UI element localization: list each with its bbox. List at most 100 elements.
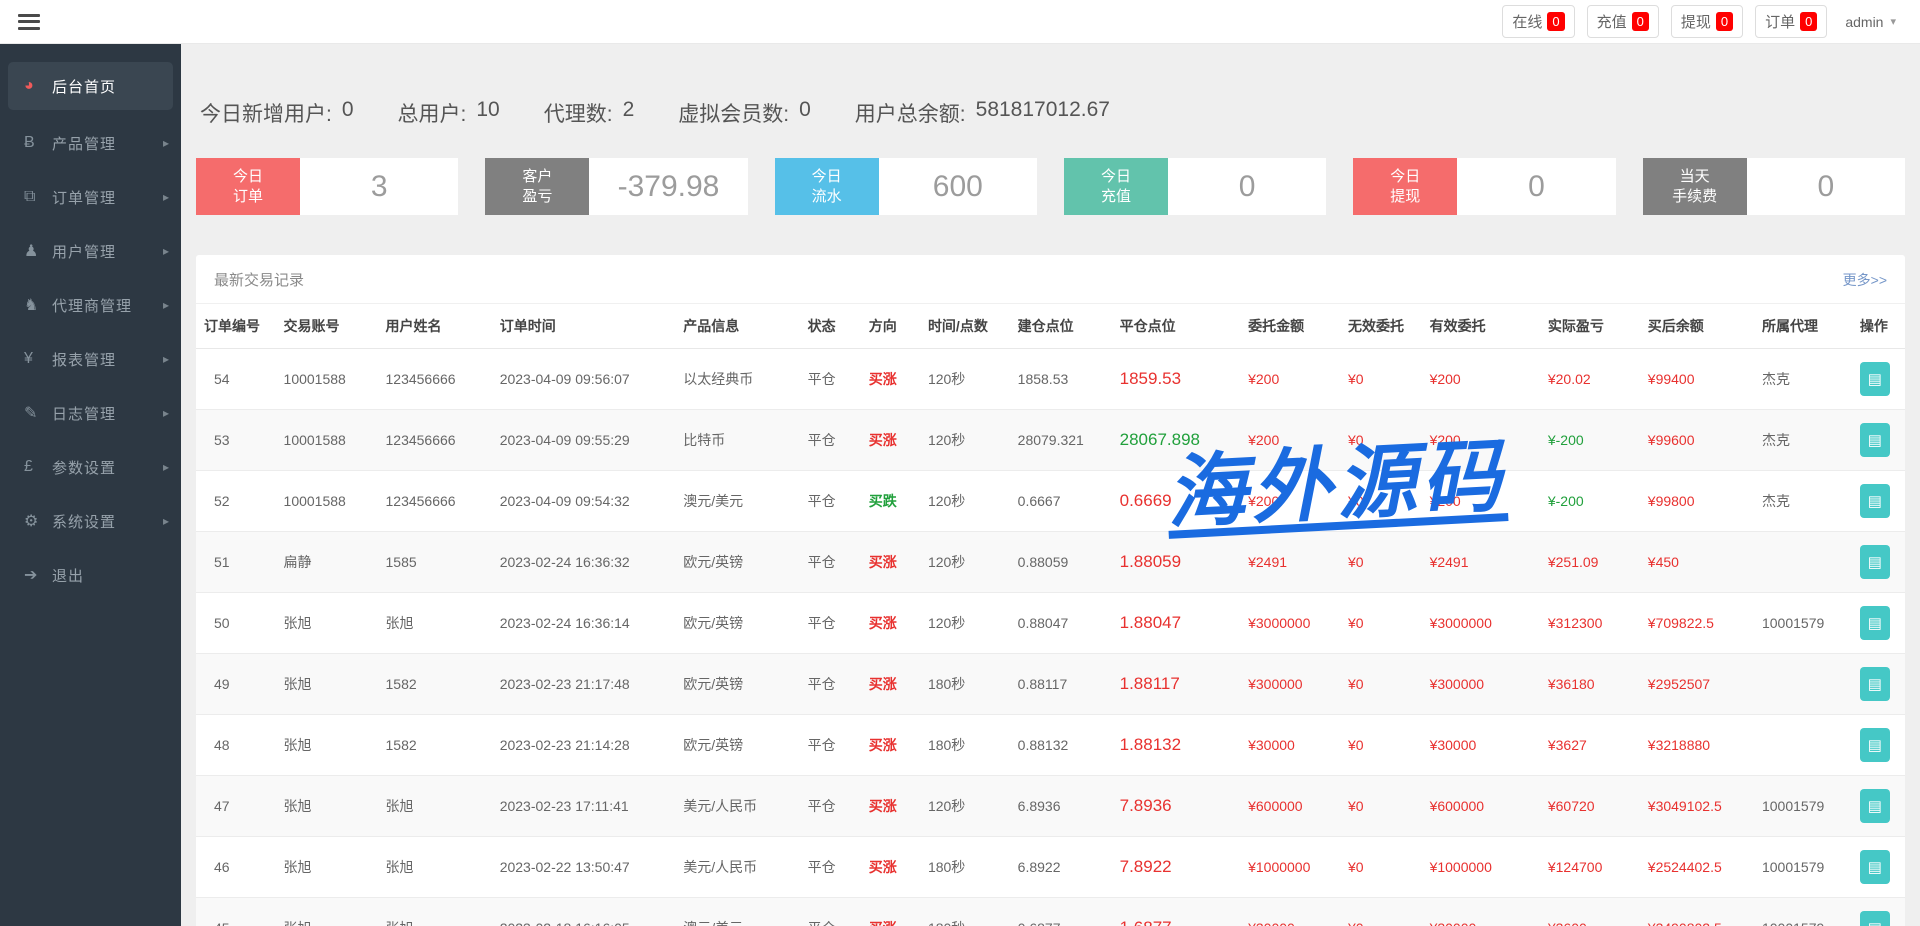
cell-order-id: 49 <box>196 654 276 715</box>
sidebar-item-label: 订单管理 <box>52 187 163 208</box>
cell-duration: 120秒 <box>920 471 1010 532</box>
arrow-right-icon: ▸ <box>163 460 169 474</box>
more-link[interactable]: 更多>> <box>1843 270 1887 290</box>
admin-menu[interactable]: admin ▾ <box>1839 9 1902 35</box>
status-pill[interactable]: 提现 0 <box>1671 5 1743 38</box>
summary-card-value: 0 <box>1747 158 1905 215</box>
row-detail-button[interactable]: ▤ <box>1860 606 1890 640</box>
overview-stat-value: 0 <box>799 98 811 128</box>
sidebar-item[interactable]: ✎ 日志管理 ▸ <box>0 386 181 440</box>
table-row: 50 张旭 张旭 2023-02-24 16:36:14 欧元/英镑 平仓 买涨… <box>196 593 1905 654</box>
status-pill[interactable]: 订单 0 <box>1755 5 1827 38</box>
cell-valid-stake: ¥200 <box>1422 410 1540 471</box>
cell-status: 平仓 <box>800 410 861 471</box>
overview-stat-value: 581817012.67 <box>976 98 1110 128</box>
cell-order-time: 2023-02-24 16:36:14 <box>492 593 676 654</box>
status-pill[interactable]: 在线 0 <box>1502 5 1574 38</box>
cell-close-price: 0.6669 <box>1112 471 1240 532</box>
table-row: 51 扁静 1585 2023-02-24 16:36:32 欧元/英镑 平仓 … <box>196 532 1905 593</box>
row-detail-button[interactable]: ▤ <box>1860 911 1890 926</box>
sidebar-item[interactable]: ♞ 代理商管理 ▸ <box>0 278 181 332</box>
table-row: 54 10001588 123456666 2023-04-09 09:56:0… <box>196 349 1905 410</box>
cell-account: 10001588 <box>276 349 378 410</box>
row-detail-button[interactable]: ▤ <box>1860 728 1890 762</box>
row-detail-button[interactable]: ▤ <box>1860 850 1890 884</box>
cell-order-id: 53 <box>196 410 276 471</box>
sidebar-item[interactable]: ¥ 报表管理 ▸ <box>0 332 181 386</box>
status-pill-label: 订单 <box>1765 11 1795 32</box>
cell-duration: 120秒 <box>920 532 1010 593</box>
cell-order-id: 48 <box>196 715 276 776</box>
cell-invalid-stake: ¥0 <box>1340 715 1422 776</box>
column-header: 订单编号 <box>196 304 276 349</box>
summary-card-value: 600 <box>879 158 1037 215</box>
cell-status: 平仓 <box>800 471 861 532</box>
table-body: 54 10001588 123456666 2023-04-09 09:56:0… <box>196 349 1905 926</box>
row-detail-button[interactable]: ▤ <box>1860 362 1890 396</box>
cell-balance: ¥99800 <box>1640 471 1754 532</box>
cell-open-price: 28079.321 <box>1010 410 1112 471</box>
cell-valid-stake: ¥30000 <box>1422 898 1540 926</box>
sidebar-item[interactable]: ◕ 后台首页 ▸ <box>8 62 173 110</box>
cell-open-price: 6.8922 <box>1010 837 1112 898</box>
status-pill[interactable]: 充值 0 <box>1587 5 1659 38</box>
cell-duration: 180秒 <box>920 654 1010 715</box>
cell-profit: ¥36180 <box>1540 654 1640 715</box>
cell-valid-stake: ¥30000 <box>1422 715 1540 776</box>
row-detail-button[interactable]: ▤ <box>1860 545 1890 579</box>
summary-card: 今日 订单 3 <box>196 158 458 215</box>
summary-card-value: 0 <box>1457 158 1615 215</box>
cell-order-time: 2023-02-23 21:17:48 <box>492 654 676 715</box>
cell-order-id: 47 <box>196 776 276 837</box>
cell-status: 平仓 <box>800 349 861 410</box>
column-header: 用户姓名 <box>378 304 492 349</box>
overview-stats: 今日新增用户: 0 总用户: 10 代理数: 2 虚拟会员数: 0 用户总余额:… <box>200 98 1905 128</box>
table-row: 49 张旭 1582 2023-02-23 21:17:48 欧元/英镑 平仓 … <box>196 654 1905 715</box>
cell-valid-stake: ¥200 <box>1422 471 1540 532</box>
cell-open-price: 6.8936 <box>1010 776 1112 837</box>
cell-balance: ¥2952507 <box>1640 654 1754 715</box>
sidebar-item[interactable]: ⧉ 订单管理 ▸ <box>0 170 181 224</box>
cell-direction: 买涨 <box>861 654 920 715</box>
row-detail-button[interactable]: ▤ <box>1860 484 1890 518</box>
cell-account: 张旭 <box>276 837 378 898</box>
panel-header: 最新交易记录 更多>> <box>196 255 1905 304</box>
cell-balance: ¥3218880 <box>1640 715 1754 776</box>
cell-amount: ¥200 <box>1240 349 1340 410</box>
row-detail-button[interactable]: ▤ <box>1860 789 1890 823</box>
cell-direction: 买涨 <box>861 532 920 593</box>
cell-account: 张旭 <box>276 593 378 654</box>
cell-username: 123456666 <box>378 471 492 532</box>
sidebar-item[interactable]: ⚙ 系统设置 ▸ <box>0 494 181 548</box>
cell-duration: 180秒 <box>920 898 1010 926</box>
admin-username: admin <box>1845 14 1883 30</box>
cell-agent: 杰克 <box>1754 410 1852 471</box>
sidebar-item[interactable]: Ƀ 产品管理 ▸ <box>0 116 181 170</box>
cell-account: 张旭 <box>276 776 378 837</box>
cell-valid-stake: ¥600000 <box>1422 776 1540 837</box>
topbar-status-pills: 在线 0 充值 0 提现 0 订单 0 <box>1502 5 1827 38</box>
cell-direction: 买涨 <box>861 898 920 926</box>
sidebar-item[interactable]: £ 参数设置 ▸ <box>0 440 181 494</box>
sidebar-item-label: 后台首页 <box>52 76 155 97</box>
hamburger-menu-icon[interactable] <box>18 14 40 30</box>
panel-title: 最新交易记录 <box>214 269 304 290</box>
status-badge: 0 <box>1716 12 1733 31</box>
cell-order-time: 2023-02-23 21:14:28 <box>492 715 676 776</box>
topbar: 在线 0 充值 0 提现 0 订单 0 admin <box>0 0 1920 44</box>
row-detail-button[interactable]: ▤ <box>1860 667 1890 701</box>
sidebar-item[interactable]: ➔ 退出 ▸ <box>0 548 181 602</box>
agents-icon: ♞ <box>24 295 52 315</box>
summary-card: 今日 充值 0 <box>1064 158 1326 215</box>
cell-amount: ¥1000000 <box>1240 837 1340 898</box>
overview-stat-value: 2 <box>623 98 635 128</box>
cell-direction: 买涨 <box>861 715 920 776</box>
cell-status: 平仓 <box>800 593 861 654</box>
cell-order-time: 2023-02-22 13:50:47 <box>492 837 676 898</box>
cell-open-price: 1858.53 <box>1010 349 1112 410</box>
cell-close-price: 1.88117 <box>1112 654 1240 715</box>
sidebar-item[interactable]: ♟ 用户管理 ▸ <box>0 224 181 278</box>
row-detail-button[interactable]: ▤ <box>1860 423 1890 457</box>
cell-close-price: 28067.898 <box>1112 410 1240 471</box>
summary-card: 客户 盈亏 -379.98 <box>485 158 747 215</box>
